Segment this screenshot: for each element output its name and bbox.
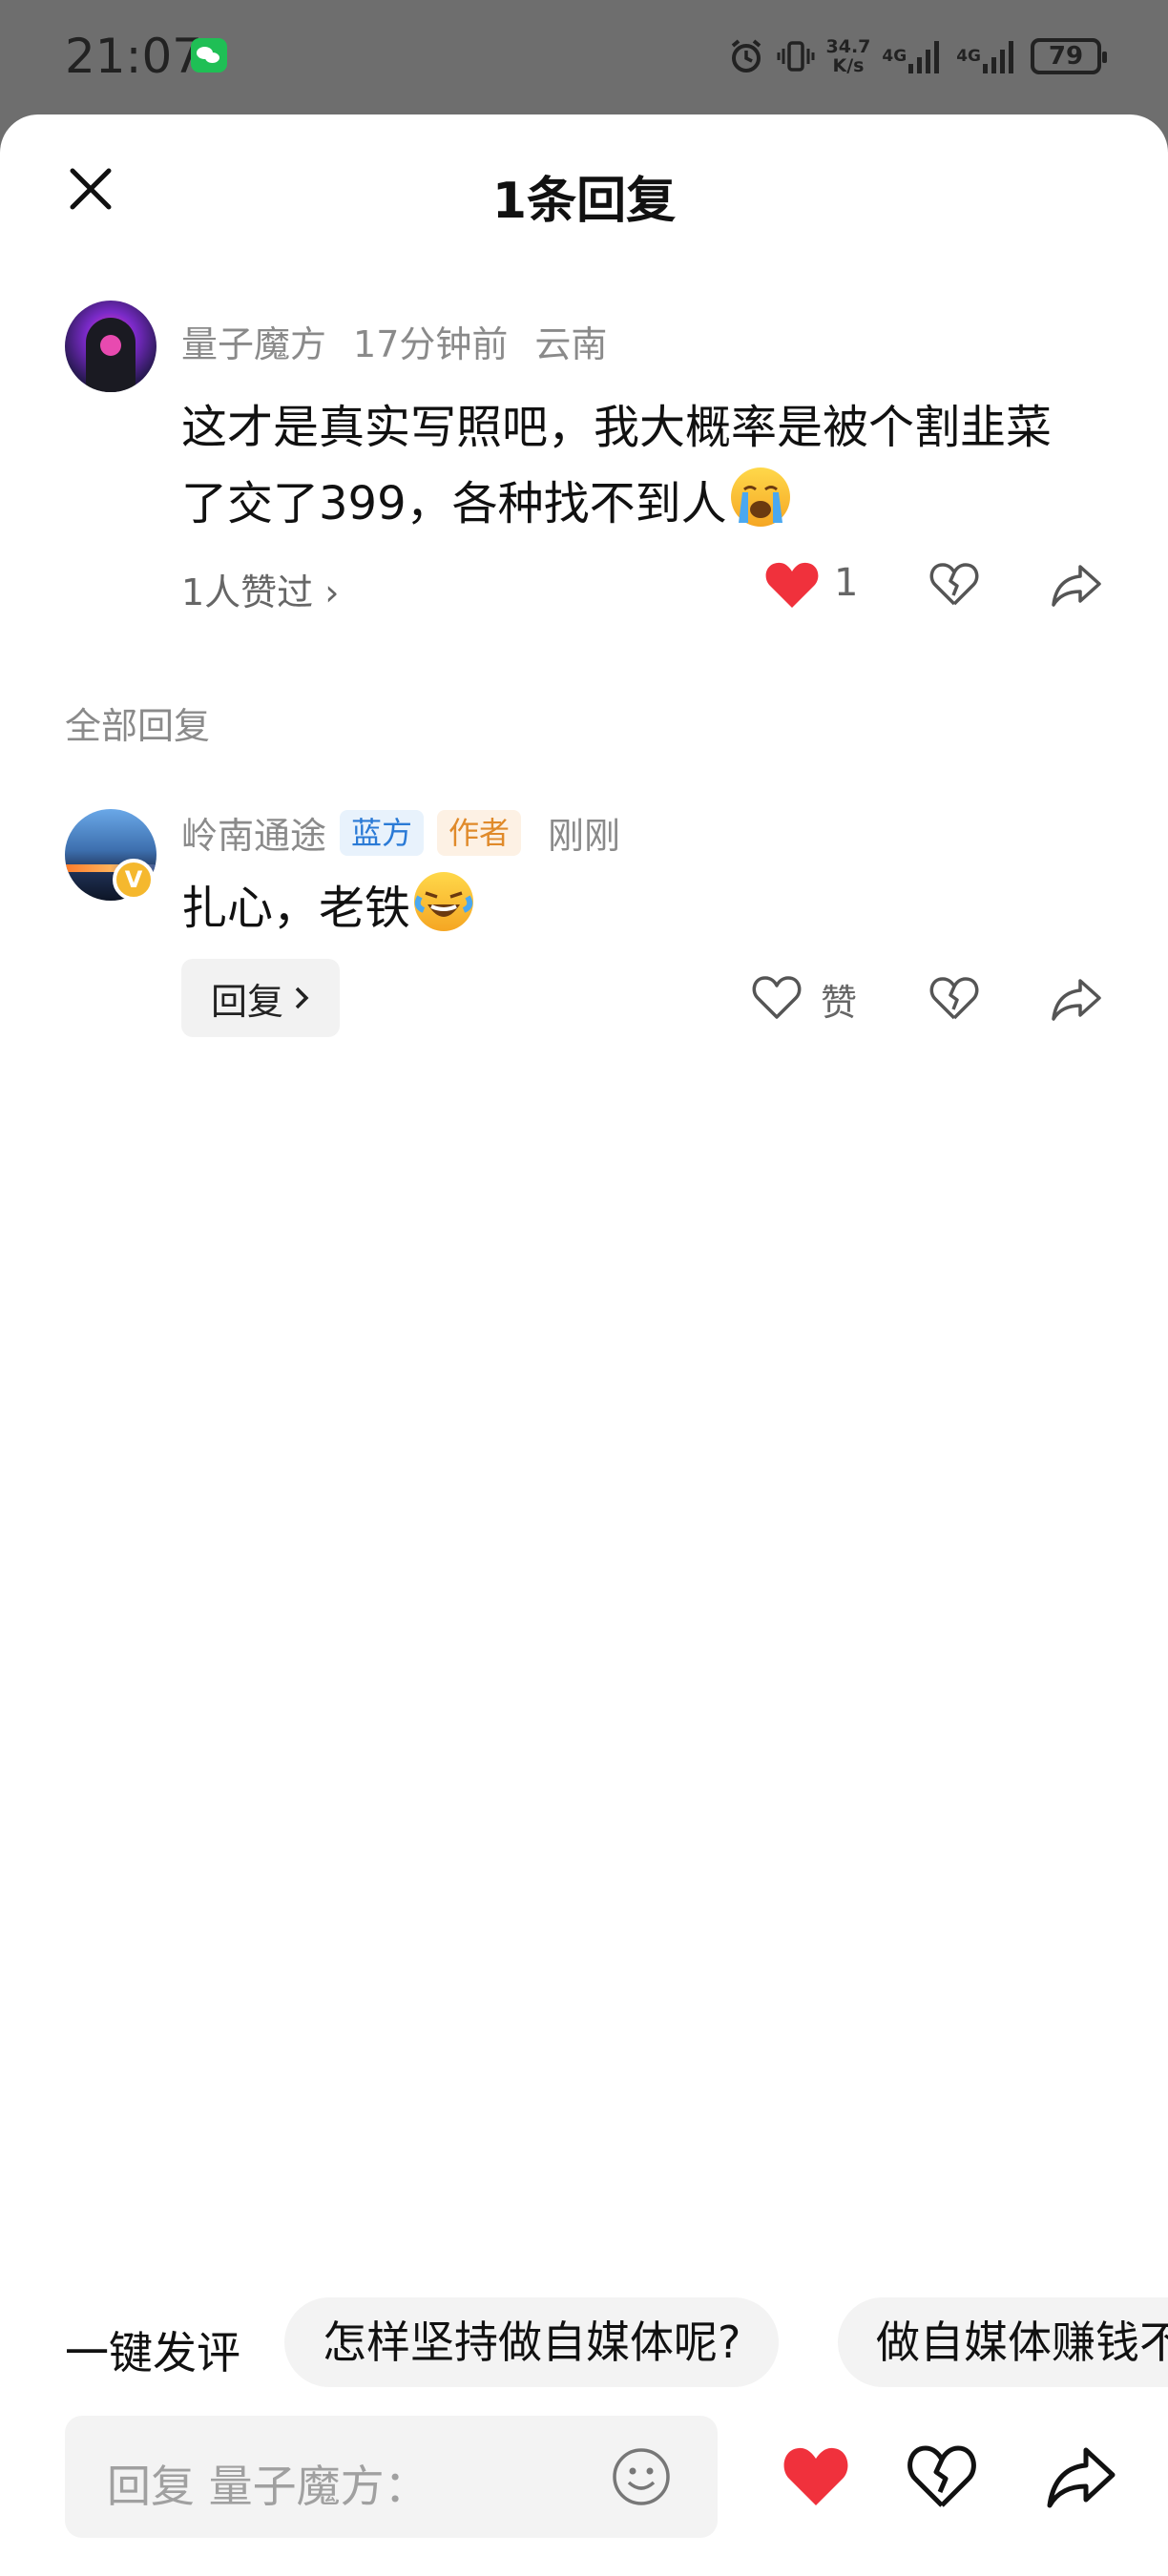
share-icon[interactable] bbox=[1050, 973, 1103, 1023]
rolling-laughing-emoji bbox=[414, 872, 474, 931]
quick-comment-bar: 一键发评 怎样坚持做自媒体呢? 做自媒体赚钱不 bbox=[0, 2297, 1168, 2389]
share-icon[interactable] bbox=[1044, 2441, 1118, 2511]
net-type-1: 4G bbox=[882, 47, 907, 66]
avatar[interactable] bbox=[65, 301, 156, 392]
broken-heart-icon[interactable] bbox=[929, 559, 979, 609]
comment-meta: 量子魔方 17分钟前 云南 bbox=[181, 315, 607, 367]
signal-icon-2: 4G bbox=[956, 35, 1019, 77]
reply-body: 扎心，老铁 bbox=[181, 868, 1078, 945]
avatar-glow bbox=[100, 335, 121, 356]
status-icons: 34.7 K/s 4G 4G 79 bbox=[727, 32, 1107, 80]
reply-username[interactable]: 岭南通途 bbox=[181, 806, 326, 859]
all-replies-label: 全部回复 bbox=[65, 705, 211, 747]
reply-sheet: 1条回复 量子魔方 17分钟前 云南 这才是真实写照吧，我大概率是被个割韭菜了交… bbox=[0, 114, 1168, 2576]
reply-button[interactable]: 回复 bbox=[181, 959, 340, 1037]
verified-badge: V bbox=[113, 859, 155, 901]
broken-heart-icon[interactable] bbox=[929, 973, 979, 1023]
comment-location: 云南 bbox=[534, 323, 608, 365]
comment-text: 这才是真实写照吧，我大概率是被个割韭菜了交了399，各种找不到人 bbox=[181, 401, 1053, 530]
quick-comment-label: 一键发评 bbox=[65, 2327, 240, 2379]
like-count: 1 bbox=[834, 561, 859, 605]
reply-meta: 岭南通途 蓝方 作者 刚刚 bbox=[181, 806, 620, 859]
battery-level: 79 bbox=[1048, 42, 1084, 71]
likes-link[interactable]: 1人赞过 › bbox=[181, 563, 339, 615]
comment-time: 17分钟前 bbox=[353, 323, 509, 365]
alarm-icon bbox=[727, 35, 765, 77]
share-icon[interactable] bbox=[1050, 559, 1103, 609]
status-bar: 21:07 34.7 K/s 4G 4G 79 bbox=[0, 0, 1168, 114]
reply-input[interactable]: 回复 量子魔方： bbox=[65, 2416, 718, 2538]
reply-text: 扎心，老铁 bbox=[181, 882, 411, 935]
sheet-title: 1条回复 bbox=[491, 173, 677, 230]
quick-comment-chip[interactable]: 做自媒体赚钱不 bbox=[838, 2297, 1168, 2387]
reply-button-label: 回复 bbox=[210, 980, 283, 1023]
reply-input-placeholder: 回复 量子魔方： bbox=[107, 2461, 428, 2512]
network-speed-unit: K/s bbox=[832, 55, 865, 76]
heart-filled-icon[interactable] bbox=[781, 2442, 851, 2509]
emoji-picker-icon[interactable] bbox=[611, 2446, 672, 2507]
heart-outline-icon[interactable] bbox=[752, 973, 802, 1021]
status-time: 21:07 bbox=[65, 29, 203, 84]
author-badge: 作者 bbox=[437, 809, 522, 856]
crying-face-emoji bbox=[730, 467, 790, 527]
tag-badge-blue: 蓝方 bbox=[340, 809, 425, 856]
net-type-2: 4G bbox=[956, 47, 981, 66]
vibrate-icon bbox=[777, 35, 815, 77]
network-speed: 34.7 K/s bbox=[826, 37, 871, 75]
quick-comment-chip[interactable]: 怎样坚持做自媒体呢? bbox=[284, 2297, 780, 2387]
comment-body: 这才是真实写照吧，我大概率是被个割韭菜了交了399，各种找不到人 bbox=[181, 391, 1078, 540]
comment-username[interactable]: 量子魔方 bbox=[181, 315, 326, 367]
reply-time: 刚刚 bbox=[548, 815, 621, 857]
network-speed-value: 34.7 bbox=[825, 36, 871, 57]
chevron-right-icon bbox=[295, 987, 309, 1009]
wechat-icon bbox=[191, 38, 227, 73]
like-label[interactable]: 赞 bbox=[821, 973, 857, 1026]
battery-icon: 79 bbox=[1031, 38, 1107, 74]
heart-filled-icon[interactable] bbox=[763, 558, 821, 612]
signal-icon: 4G bbox=[882, 35, 945, 77]
broken-heart-icon[interactable] bbox=[907, 2441, 977, 2511]
